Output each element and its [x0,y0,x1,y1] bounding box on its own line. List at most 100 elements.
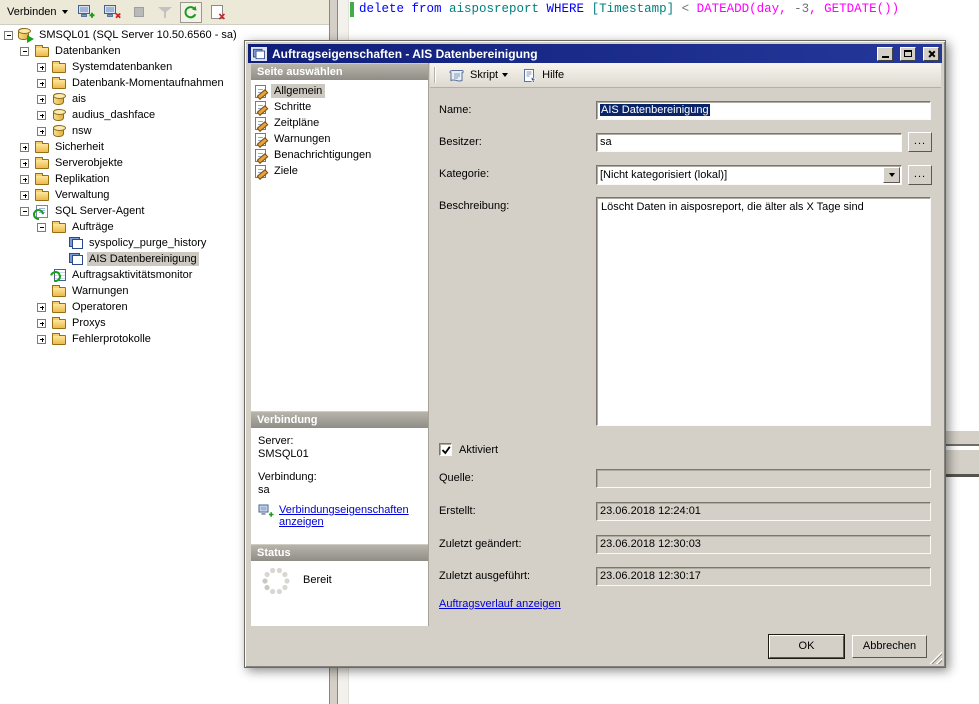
created-field: 23.06.2018 12:24:01 [596,502,931,521]
script-button[interactable]: Skript [444,66,513,85]
tree-item-label: SQL Server-Agent [53,204,146,218]
status-header: Status [251,544,428,561]
server-x-icon [103,4,122,20]
maximize-button[interactable] [900,47,916,61]
last-executed-label: Zuletzt ausgeführt: [439,570,530,582]
chevron-down-icon [502,73,508,77]
resize-grip[interactable] [929,651,942,664]
connect-server-button[interactable] [76,2,98,23]
connect-button[interactable]: Verbinden [3,4,72,20]
enabled-checkbox[interactable] [439,443,452,456]
description-textarea[interactable]: Löscht Daten in aisposreport, die älter … [596,197,931,426]
tree-item-label: Replikation [53,172,111,186]
expand-icon[interactable] [20,175,29,184]
expand-icon[interactable] [37,111,46,120]
dialog-titlebar[interactable]: Auftragseigenschaften - AIS Datenbereini… [248,44,942,63]
disconnect-server-button[interactable] [102,2,124,23]
view-connection-properties[interactable]: Verbindungseigenschaften anzeigen [258,504,411,528]
job-icon [251,47,267,61]
server-plus-icon [77,4,96,20]
connection-properties-link[interactable]: Verbindungseigenschaften anzeigen [279,504,411,528]
page-item-zeitplaene[interactable]: Zeitpläne [251,115,428,131]
stop-script-job-button[interactable] [206,2,228,23]
help-button-label: Hilfe [542,69,564,81]
tree-item-label: Serverobjekte [53,156,125,170]
close-button[interactable] [923,47,939,61]
page-icon [255,117,266,130]
page-list: Allgemein Schritte Zeitpläne Warnungen B… [251,80,428,411]
name-input[interactable]: AIS Datenbereinigung [596,101,931,120]
expand-icon[interactable] [37,319,46,328]
last-executed-field: 23.06.2018 12:30:17 [596,567,931,586]
expand-icon[interactable] [37,303,46,312]
job-properties-dialog: Auftragseigenschaften - AIS Datenbereini… [244,40,946,668]
folder-icon [50,333,67,345]
help-icon [522,68,538,83]
collapse-icon[interactable] [20,47,29,56]
name-label: Name: [439,104,471,116]
tree-item-label: Verwaltung [53,188,111,202]
sql-function: DATEADD(day, [697,2,795,16]
chevron-down-icon [62,10,68,14]
owner-input[interactable]: sa [596,133,902,152]
filter-button [154,2,176,23]
tree-item-label: Operatoren [70,300,130,314]
chevron-down-icon [889,173,895,177]
sql-identifier: [Timestamp] [592,2,682,16]
dropdown-button[interactable] [883,167,900,183]
folder-icon [50,77,67,89]
folder-icon [33,141,50,153]
sql-number: -3 [794,2,809,16]
folder-icon [33,173,50,185]
server-label: Server: [258,435,293,447]
source-field [596,469,931,488]
expand-icon[interactable] [37,79,46,88]
expand-icon[interactable] [37,127,46,136]
expand-icon[interactable] [37,95,46,104]
page-icon [255,85,266,98]
close-icon [927,50,935,58]
tree-item-label: AIS Datenbereinigung [87,252,199,266]
folder-icon [33,45,50,57]
collapse-icon[interactable] [20,207,29,216]
tree-item-label: SMSQL01 (SQL Server 10.50.6560 - sa) [37,28,239,42]
collapse-icon[interactable] [37,223,46,232]
page-item-warnungen[interactable]: Warnungen [251,131,428,147]
help-button[interactable]: Hilfe [517,66,569,85]
collapse-icon[interactable] [4,31,13,40]
expand-icon[interactable] [37,335,46,344]
category-browse-button[interactable]: ... [908,165,932,185]
expand-icon[interactable] [20,191,29,200]
page-item-allgemein[interactable]: Allgemein [251,83,428,99]
modified-label: Zuletzt geändert: [439,538,522,550]
script-button-label: Skript [470,69,498,81]
minimize-button[interactable] [877,47,893,61]
sql-keyword: WHERE [547,2,592,16]
connection-value: sa [258,484,270,496]
tree-item-label: Datenbanken [53,44,122,58]
expand-icon[interactable] [20,159,29,168]
page-item-ziele[interactable]: Ziele [251,163,428,179]
folder-icon [50,285,67,297]
database-icon [50,125,67,137]
refresh-button[interactable] [180,2,202,23]
job-history-link[interactable]: Auftragsverlauf anzeigen [439,598,561,610]
tree-item-label: ais [70,92,88,106]
page-item-schritte[interactable]: Schritte [251,99,428,115]
category-dropdown[interactable]: [Nicht kategorisiert (lokal)] [596,165,902,185]
expand-icon[interactable] [20,143,29,152]
page-item-benachrichtigungen[interactable]: Benachrichtigungen [251,147,428,163]
status-panel: Bereit [251,561,428,626]
check-icon [441,445,451,455]
tree-item-label: audius_dashface [70,108,157,122]
tree-item-label: Systemdatenbanken [70,60,174,74]
expand-icon[interactable] [37,63,46,72]
ok-button[interactable]: OK [769,635,844,658]
owner-label: Besitzer: [439,136,482,148]
job-icon [67,237,84,249]
tree-item-label: Datenbank-Momentaufnahmen [70,76,226,90]
page-icon [255,149,266,162]
owner-browse-button[interactable]: ... [908,132,932,152]
connection-panel: Server: SMSQL01 Verbindung: sa Verbindun… [251,428,428,544]
cancel-button[interactable]: Abbrechen [852,635,927,658]
